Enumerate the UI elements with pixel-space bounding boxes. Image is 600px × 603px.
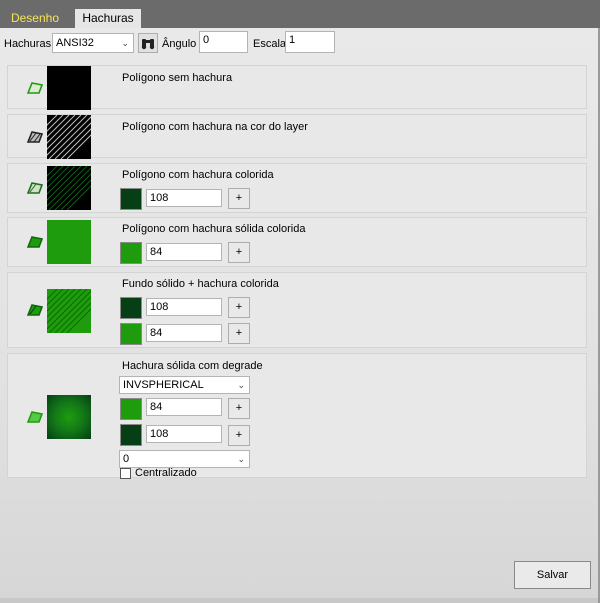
color-swatch[interactable] <box>120 398 142 420</box>
color-swatch[interactable] <box>120 242 142 264</box>
color-index-input[interactable]: 108 <box>146 298 222 316</box>
color-swatch[interactable] <box>120 297 142 319</box>
escala-label: Escala <box>253 38 287 50</box>
preview-solid-background-hatch <box>47 289 91 333</box>
save-button[interactable]: Salvar <box>514 561 591 589</box>
color-swatch[interactable] <box>120 188 142 210</box>
preview-gradient <box>47 395 91 439</box>
polygon-icon <box>26 304 44 316</box>
panel-polygon-no-hatch: Polígono sem hachura <box>7 65 587 110</box>
polygon-icon <box>26 131 44 143</box>
color-swatch[interactable] <box>120 323 142 345</box>
pick-color-button[interactable]: + <box>228 242 250 263</box>
panel-gradient-hatch: Hachura sólida com degrade INVSPHERICAL … <box>7 353 587 479</box>
panel-title: Polígono com hachura na cor do layer <box>122 121 308 133</box>
binoculars-icon <box>141 39 155 50</box>
polygon-icon <box>26 236 44 248</box>
color-index-input[interactable]: 108 <box>146 425 222 443</box>
panel-solid-background-hatch: Fundo sólido + hachura colorida 108 + 84… <box>7 272 587 348</box>
angulo-input[interactable]: 0 <box>199 31 248 53</box>
color-index-input[interactable]: 84 <box>146 324 222 342</box>
chevron-down-icon: ⌄ <box>121 38 129 48</box>
chevron-down-icon: ⌄ <box>237 454 245 464</box>
panel-polygon-solid-colored: Polígono com hachura sólida colorida 84 … <box>7 217 587 267</box>
browse-pattern-button[interactable] <box>138 33 158 53</box>
centralizado-label: Centralizado <box>135 467 197 479</box>
panel-polygon-layer-hatch: Polígono com hachura na cor do layer <box>7 114 587 159</box>
panel-polygon-colored-hatch: Polígono com hachura colorida 108 + <box>7 163 587 213</box>
panel-title: Polígono sem hachura <box>122 72 233 84</box>
tab-bar: Desenho Hachuras <box>0 0 600 28</box>
hatch-pattern-value: ANSI32 <box>56 37 94 49</box>
polygon-icon <box>26 182 44 194</box>
tab-hachuras[interactable]: Hachuras <box>75 9 141 28</box>
preview-layer-hatch <box>47 115 91 159</box>
tab-desenho[interactable]: Desenho <box>4 9 66 28</box>
pick-color-button[interactable]: + <box>228 297 250 318</box>
gradient-angle-select[interactable]: 0 ⌄ <box>119 450 250 468</box>
pick-color-button[interactable]: + <box>228 323 250 344</box>
panel-title: Hachura sólida com degrade <box>122 360 263 372</box>
centralizado-checkbox[interactable] <box>120 468 131 479</box>
preview-colored-hatch <box>47 166 91 210</box>
angulo-label: Ângulo <box>162 38 197 50</box>
preview-no-hatch <box>47 66 91 110</box>
pick-color-button[interactable]: + <box>228 188 250 209</box>
polygon-icon <box>26 411 44 423</box>
gradient-type-value: INVSPHERICAL <box>123 379 204 391</box>
panel-title: Fundo sólido + hachura colorida <box>122 278 279 290</box>
hachuras-label: Hachuras <box>4 38 52 50</box>
pick-color-button[interactable]: + <box>228 425 250 446</box>
hatch-pattern-select[interactable]: ANSI32 ⌄ <box>52 33 134 53</box>
color-index-input[interactable]: 84 <box>146 243 222 261</box>
preview-solid-colored <box>47 220 91 264</box>
bottom-divider <box>0 598 598 603</box>
gradient-type-select[interactable]: INVSPHERICAL ⌄ <box>119 376 250 394</box>
gradient-angle-value: 0 <box>123 453 130 465</box>
color-index-input[interactable]: 84 <box>146 398 222 416</box>
escala-input[interactable]: 1 <box>285 31 335 53</box>
pick-color-button[interactable]: + <box>228 398 250 419</box>
panel-title: Polígono com hachura sólida colorida <box>122 223 306 235</box>
color-swatch[interactable] <box>120 424 142 446</box>
hachuras-panel: Hachuras ANSI32 ⌄ Ângulo 0 Escala 1 Polí… <box>0 28 600 603</box>
color-index-input[interactable]: 108 <box>146 189 222 207</box>
chevron-down-icon: ⌄ <box>237 380 245 390</box>
panel-title: Polígono com hachura colorida <box>122 169 274 181</box>
polygon-icon <box>26 82 44 94</box>
